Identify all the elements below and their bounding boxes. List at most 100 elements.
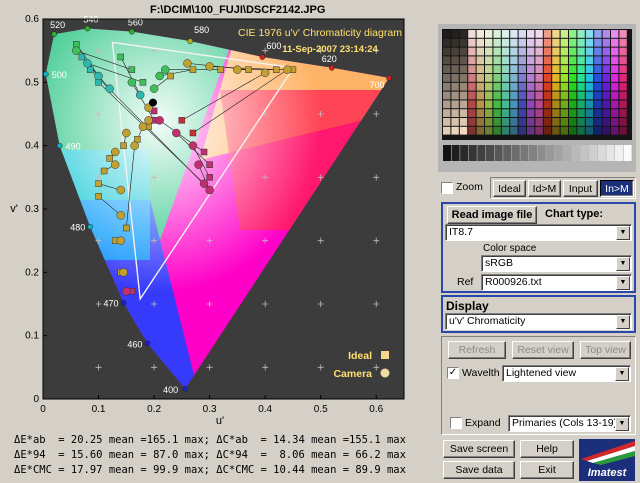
top-view-button[interactable]: Top view [580,341,631,359]
thumbnail-grayscale-patch [589,145,598,161]
locus-point [120,299,127,306]
thumbnail-patch [510,91,518,100]
thumbnail-patch [611,74,619,82]
thumbnail-patch [527,82,535,91]
thumbnail-patch [459,30,468,38]
wavelth-select[interactable]: Lightened view ▼ [502,365,631,382]
thumbnail-patch [468,74,476,82]
thumbnail-grayscale-patch [554,145,563,161]
locus-point [259,54,266,60]
ideal-point [200,148,208,156]
thumbnail-patch [510,109,518,117]
thumbnail-patch [451,118,459,126]
ideal-point [178,117,186,124]
zoom-checkbox[interactable] [441,182,453,194]
camera-point [172,128,181,138]
expand-checkbox[interactable] [450,417,462,429]
stats-line-94: ΔE*94 = 15.60 mean = 87.0 max; ΔC*94 = 8… [14,449,406,461]
ideal-point [128,66,136,73]
exit-button[interactable]: Exit [520,461,574,479]
tab-id-m[interactable]: Id>M [528,180,561,197]
thumbnail-patch [560,30,568,38]
thumbnail-patch [569,65,577,73]
thumbnail-patch [552,56,560,65]
thumbnail-patch [451,74,459,82]
thumbnail-patch [552,47,560,56]
wavelth-checkbox[interactable]: ✓ [447,367,459,379]
y-tick-label: 0 [33,394,39,405]
thumbnail-patch [611,30,619,38]
ref-select[interactable]: R000926.txt ▼ [481,274,632,291]
ideal-point [86,66,94,73]
thumbnail-patch [560,126,568,135]
thumbnail-patch [577,30,585,38]
thumbnail-patch [459,118,468,126]
legend-camera-label: Camera [333,368,372,380]
thumbnail-patch [585,47,594,56]
thumbnail-patch [485,126,493,135]
display-label: Display [446,299,489,313]
thumbnail-patch [569,118,577,126]
expand-select[interactable]: Primaries (Cols 13-19) ▼ [508,415,631,432]
thumbnail-grayscale-patch [520,145,529,161]
save-data-button[interactable]: Save data [443,461,515,479]
thumbnail-patch [543,100,552,109]
thumbnail-patch [485,100,493,109]
thumbnail-patch [602,30,610,38]
locus-point [87,223,94,230]
display-select[interactable]: u'v' Chromaticity ▼ [445,313,632,330]
thumbnail-patch [510,118,518,126]
thumbnail-grayscale-patch [503,145,512,161]
thumbnail-patch [493,100,501,109]
thumbnail-patch [585,82,594,91]
chevron-down-icon: ▼ [616,276,630,290]
thumbnail-patch [485,56,493,65]
ideal-point [134,136,141,143]
thumbnail-patch [443,126,451,135]
locus-wavelength-label: 620 [322,54,337,64]
reset-view-button[interactable]: Reset view [512,341,574,359]
read-image-file-button[interactable]: Read image file [447,206,537,224]
thumbnail-patch [619,74,627,82]
chevron-down-icon: ▼ [616,315,630,329]
thumbnail-patch [552,126,560,135]
expand-value: Primaries (Cols 13-19) [512,417,618,429]
thumbnail-patch [468,91,476,100]
thumbnail-patch [594,91,602,100]
thumbnail-patch [501,118,510,126]
thumbnail-patch [510,82,518,91]
refresh-button[interactable]: Refresh [448,341,506,359]
thumbnail-patch [569,30,577,38]
zoom-label: Zoom [456,181,483,193]
thumbnail-patch [543,126,552,135]
thumbnail-patch [602,118,610,126]
thumbnail-patch [619,65,627,73]
thumbnail-patch [619,30,627,38]
ideal-point [245,66,252,73]
thumbnail-grayscale-patch [486,145,494,161]
save-screen-button[interactable]: Save screen [443,440,515,458]
thumbnail-patch [560,109,568,117]
thumbnail-patch [535,109,543,117]
chart-type-select[interactable]: IT8.7 ▼ [445,224,632,241]
color-space-select[interactable]: sRGB ▼ [481,255,632,272]
camera-point [122,287,131,296]
camera-point [199,179,209,188]
help-button[interactable]: Help [520,440,574,458]
tab-in-m[interactable]: In>M [600,180,634,197]
thumbnail-patch [468,118,476,126]
thumbnail-patch [476,109,484,117]
tab-ideal[interactable]: Ideal [493,180,526,197]
tab-input[interactable]: Input [563,180,598,197]
thumbnail-patch [569,56,577,65]
locus-wavelength-label: 400 [163,385,178,395]
thumbnail-patch [577,126,585,135]
thumbnail-patch [577,100,585,109]
x-tick-label: 0.6 [369,404,383,415]
thumbnail-patch [518,82,526,91]
locus-wavelength-label: 490 [66,142,81,152]
thumbnail-patch [485,65,493,73]
thumbnail-grayscale-patch [443,145,451,161]
thumbnail-patch [619,126,627,135]
thumbnail-patch [476,74,484,82]
